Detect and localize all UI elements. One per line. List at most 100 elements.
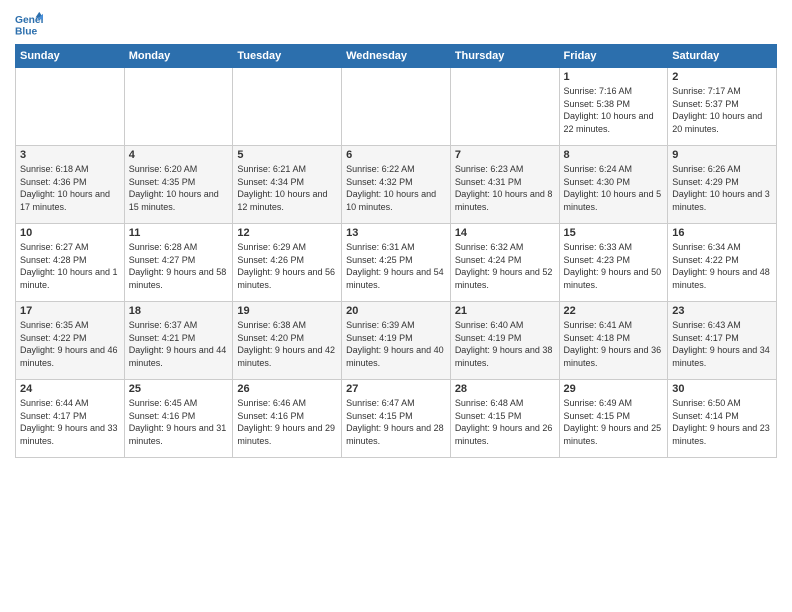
day-info: Sunrise: 6:32 AM Sunset: 4:24 PM Dayligh…: [455, 241, 555, 291]
day-info: Sunrise: 6:49 AM Sunset: 4:15 PM Dayligh…: [564, 397, 664, 447]
calendar-week-1: 3 Sunrise: 6:18 AM Sunset: 4:36 PM Daylig…: [16, 146, 777, 224]
day-number: 22: [564, 305, 664, 317]
col-header-friday: Friday: [559, 45, 668, 68]
day-info: Sunrise: 6:18 AM Sunset: 4:36 PM Dayligh…: [20, 163, 120, 213]
calendar-cell: 26 Sunrise: 6:46 AM Sunset: 4:16 PM Dayli…: [233, 380, 342, 458]
calendar-cell: 16 Sunrise: 6:34 AM Sunset: 4:22 PM Dayli…: [668, 224, 777, 302]
day-info: Sunrise: 7:17 AM Sunset: 5:37 PM Dayligh…: [672, 85, 772, 135]
day-info: Sunrise: 6:23 AM Sunset: 4:31 PM Dayligh…: [455, 163, 555, 213]
day-number: 6: [346, 149, 446, 161]
day-info: Sunrise: 6:44 AM Sunset: 4:17 PM Dayligh…: [20, 397, 120, 447]
calendar-cell: [124, 68, 233, 146]
day-number: 10: [20, 227, 120, 239]
day-info: Sunrise: 6:40 AM Sunset: 4:19 PM Dayligh…: [455, 319, 555, 369]
calendar-cell: [342, 68, 451, 146]
calendar-cell: 12 Sunrise: 6:29 AM Sunset: 4:26 PM Dayli…: [233, 224, 342, 302]
day-number: 16: [672, 227, 772, 239]
calendar-week-2: 10 Sunrise: 6:27 AM Sunset: 4:28 PM Dayli…: [16, 224, 777, 302]
day-info: Sunrise: 6:28 AM Sunset: 4:27 PM Dayligh…: [129, 241, 229, 291]
calendar-cell: 4 Sunrise: 6:20 AM Sunset: 4:35 PM Daylig…: [124, 146, 233, 224]
day-info: Sunrise: 6:29 AM Sunset: 4:26 PM Dayligh…: [237, 241, 337, 291]
calendar-cell: 17 Sunrise: 6:35 AM Sunset: 4:22 PM Dayli…: [16, 302, 125, 380]
col-header-saturday: Saturday: [668, 45, 777, 68]
day-info: Sunrise: 6:35 AM Sunset: 4:22 PM Dayligh…: [20, 319, 120, 369]
calendar-cell: [450, 68, 559, 146]
calendar-cell: 15Sunrise: 6:33 AM Sunset: 4:23 PM Dayli…: [559, 224, 668, 302]
day-number: 24: [20, 383, 120, 395]
calendar-cell: 21Sunrise: 6:40 AM Sunset: 4:19 PM Dayli…: [450, 302, 559, 380]
day-info: Sunrise: 6:41 AM Sunset: 4:18 PM Dayligh…: [564, 319, 664, 369]
header: General Blue: [15, 10, 777, 38]
calendar-cell: [233, 68, 342, 146]
day-number: 12: [237, 227, 337, 239]
day-info: Sunrise: 6:46 AM Sunset: 4:16 PM Dayligh…: [237, 397, 337, 447]
day-info: Sunrise: 7:16 AM Sunset: 5:38 PM Dayligh…: [564, 85, 664, 135]
day-number: 19: [237, 305, 337, 317]
day-number: 4: [129, 149, 229, 161]
calendar-cell: 25Sunrise: 6:45 AM Sunset: 4:16 PM Dayli…: [124, 380, 233, 458]
day-number: 8: [564, 149, 664, 161]
day-number: 15: [564, 227, 664, 239]
day-number: 1: [564, 71, 664, 83]
col-header-wednesday: Wednesday: [342, 45, 451, 68]
col-header-thursday: Thursday: [450, 45, 559, 68]
day-number: 7: [455, 149, 555, 161]
calendar-cell: 6Sunrise: 6:22 AM Sunset: 4:32 PM Daylig…: [342, 146, 451, 224]
col-header-tuesday: Tuesday: [233, 45, 342, 68]
calendar-cell: 29 Sunrise: 6:49 AM Sunset: 4:15 PM Dayli…: [559, 380, 668, 458]
day-number: 26: [237, 383, 337, 395]
day-number: 23: [672, 305, 772, 317]
logo-icon: General Blue: [15, 10, 43, 38]
day-info: Sunrise: 6:47 AM Sunset: 4:15 PM Dayligh…: [346, 397, 446, 447]
day-number: 17: [20, 305, 120, 317]
calendar-header-row: SundayMondayTuesdayWednesdayThursdayFrid…: [16, 45, 777, 68]
main-container: General Blue SundayMondayTuesdayWednesda…: [0, 0, 792, 468]
calendar-cell: 9Sunrise: 6:26 AM Sunset: 4:29 PM Daylig…: [668, 146, 777, 224]
day-number: 5: [237, 149, 337, 161]
calendar-cell: 27 Sunrise: 6:47 AM Sunset: 4:15 PM Dayli…: [342, 380, 451, 458]
calendar-cell: 14Sunrise: 6:32 AM Sunset: 4:24 PM Dayli…: [450, 224, 559, 302]
day-info: Sunrise: 6:21 AM Sunset: 4:34 PM Dayligh…: [237, 163, 337, 213]
day-info: Sunrise: 6:39 AM Sunset: 4:19 PM Dayligh…: [346, 319, 446, 369]
calendar-week-0: 1 Sunrise: 7:16 AM Sunset: 5:38 PM Daylig…: [16, 68, 777, 146]
day-number: 29: [564, 383, 664, 395]
day-number: 27: [346, 383, 446, 395]
day-info: Sunrise: 6:20 AM Sunset: 4:35 PM Dayligh…: [129, 163, 229, 213]
calendar-cell: 7 Sunrise: 6:23 AM Sunset: 4:31 PM Daylig…: [450, 146, 559, 224]
day-number: 20: [346, 305, 446, 317]
calendar-cell: 30Sunrise: 6:50 AM Sunset: 4:14 PM Dayli…: [668, 380, 777, 458]
day-info: Sunrise: 6:38 AM Sunset: 4:20 PM Dayligh…: [237, 319, 337, 369]
calendar-cell: 23 Sunrise: 6:43 AM Sunset: 4:17 PM Dayli…: [668, 302, 777, 380]
day-info: Sunrise: 6:45 AM Sunset: 4:16 PM Dayligh…: [129, 397, 229, 447]
day-info: Sunrise: 6:37 AM Sunset: 4:21 PM Dayligh…: [129, 319, 229, 369]
day-number: 28: [455, 383, 555, 395]
day-info: Sunrise: 6:34 AM Sunset: 4:22 PM Dayligh…: [672, 241, 772, 291]
calendar-cell: 11 Sunrise: 6:28 AM Sunset: 4:27 PM Dayli…: [124, 224, 233, 302]
calendar-cell: 20 Sunrise: 6:39 AM Sunset: 4:19 PM Dayli…: [342, 302, 451, 380]
calendar-cell: 10 Sunrise: 6:27 AM Sunset: 4:28 PM Dayli…: [16, 224, 125, 302]
calendar-week-4: 24 Sunrise: 6:44 AM Sunset: 4:17 PM Dayli…: [16, 380, 777, 458]
day-info: Sunrise: 6:43 AM Sunset: 4:17 PM Dayligh…: [672, 319, 772, 369]
day-info: Sunrise: 6:31 AM Sunset: 4:25 PM Dayligh…: [346, 241, 446, 291]
calendar-cell: [16, 68, 125, 146]
calendar-cell: 22 Sunrise: 6:41 AM Sunset: 4:18 PM Dayli…: [559, 302, 668, 380]
calendar-cell: 5 Sunrise: 6:21 AM Sunset: 4:34 PM Daylig…: [233, 146, 342, 224]
calendar-cell: 28 Sunrise: 6:48 AM Sunset: 4:15 PM Dayli…: [450, 380, 559, 458]
day-info: Sunrise: 6:48 AM Sunset: 4:15 PM Dayligh…: [455, 397, 555, 447]
day-number: 13: [346, 227, 446, 239]
svg-text:Blue: Blue: [15, 26, 38, 37]
day-number: 11: [129, 227, 229, 239]
calendar-cell: 13 Sunrise: 6:31 AM Sunset: 4:25 PM Dayli…: [342, 224, 451, 302]
col-header-monday: Monday: [124, 45, 233, 68]
calendar-cell: 2Sunrise: 7:17 AM Sunset: 5:37 PM Daylig…: [668, 68, 777, 146]
day-info: Sunrise: 6:24 AM Sunset: 4:30 PM Dayligh…: [564, 163, 664, 213]
col-header-sunday: Sunday: [16, 45, 125, 68]
calendar-cell: 8 Sunrise: 6:24 AM Sunset: 4:30 PM Daylig…: [559, 146, 668, 224]
calendar-cell: 19 Sunrise: 6:38 AM Sunset: 4:20 PM Dayli…: [233, 302, 342, 380]
day-info: Sunrise: 6:27 AM Sunset: 4:28 PM Dayligh…: [20, 241, 120, 291]
day-number: 30: [672, 383, 772, 395]
calendar-week-3: 17 Sunrise: 6:35 AM Sunset: 4:22 PM Dayli…: [16, 302, 777, 380]
day-number: 9: [672, 149, 772, 161]
calendar-cell: 18Sunrise: 6:37 AM Sunset: 4:21 PM Dayli…: [124, 302, 233, 380]
day-number: 3: [20, 149, 120, 161]
